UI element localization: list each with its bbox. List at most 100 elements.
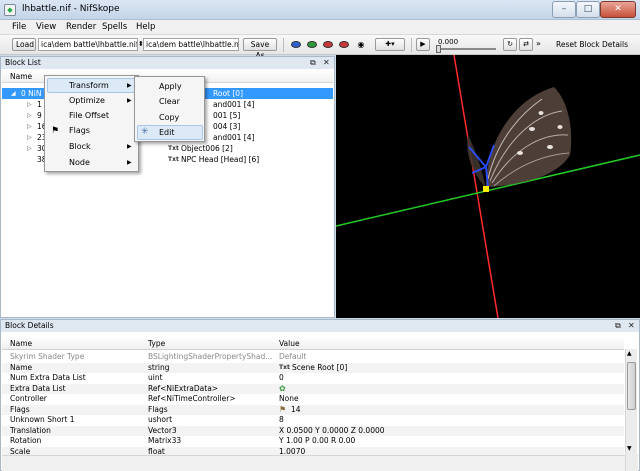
collapsed-arrow-icon[interactable]: ▷ — [27, 110, 32, 121]
ctx-node[interactable]: Node — [47, 155, 136, 170]
block-details-title: Block Details — [1, 320, 639, 332]
play-button[interactable]: ▶ — [416, 38, 430, 51]
panel-close-icon[interactable]: ✕ — [628, 320, 635, 332]
menu-view[interactable]: View — [36, 22, 56, 32]
table-row[interactable]: Controller Ref<NiTimeController> None — [2, 394, 624, 405]
save-path-field[interactable]: ica\dem battle\lhbattle.nif — [143, 38, 239, 51]
ctx-block[interactable]: Block — [47, 139, 136, 154]
view-red-alt-icon[interactable] — [339, 41, 349, 48]
expanded-arrow-icon[interactable]: ◢ — [11, 88, 16, 99]
scroll-up-icon[interactable]: ▲ — [627, 350, 632, 357]
table-row[interactable]: Scale float 1.0070 — [2, 446, 624, 455]
title-bar[interactable]: ◆ lhbattle.nif - NifSkope – □ ✕ — [0, 0, 640, 20]
table-row[interactable]: Unknown Short 1 ushort 8 — [2, 415, 624, 426]
row-type: BSLightingShaderPropertyShad... — [148, 352, 273, 361]
ctx-file-offset[interactable]: File Offset — [47, 108, 136, 123]
time-value: 0.000 — [438, 38, 459, 46]
undock-icon[interactable]: ⧉ — [615, 320, 621, 332]
tree-row-id: 0 NiN — [21, 89, 42, 98]
toolbar-overflow-icon[interactable]: » — [536, 39, 541, 48]
table-row[interactable]: Rotation Matrix33 Y 1.00 P 0.00 R 0.00 — [2, 436, 624, 447]
row-value[interactable]: None — [279, 394, 299, 405]
collapsed-arrow-icon[interactable]: ▷ — [27, 143, 32, 154]
maximize-button[interactable]: □ — [576, 1, 600, 18]
txt-tag: Txt — [168, 156, 179, 163]
horizontal-scrollbar[interactable] — [2, 455, 638, 471]
submenu-apply[interactable]: Apply — [137, 79, 203, 94]
view-red-icon[interactable] — [323, 41, 333, 48]
submenu-copy[interactable]: Copy — [137, 110, 203, 125]
row-value[interactable]: Y 1.00 P 0.00 R 0.00 — [279, 436, 355, 447]
menu-spells[interactable]: Spells — [102, 22, 127, 32]
menu-file[interactable]: File — [12, 22, 26, 32]
window-title: lhbattle.nif - NifSkope — [22, 4, 120, 14]
row-name: Translation — [10, 425, 51, 435]
row-name: Num Extra Data List — [10, 373, 86, 382]
table-row[interactable]: Extra Data List Ref<NiExtraData> ✿ — [2, 383, 624, 395]
undock-icon[interactable]: ⧉ — [310, 57, 316, 69]
panel-close-icon[interactable]: ✕ — [323, 57, 330, 69]
row-value[interactable]: 0 — [279, 373, 284, 384]
menu-help[interactable]: Help — [136, 22, 155, 32]
scroll-down-icon[interactable]: ▼ — [627, 445, 632, 452]
scrollbar-thumb[interactable] — [627, 362, 636, 410]
tree-row-id: 1 — [37, 100, 42, 109]
view-blue-icon[interactable] — [291, 41, 301, 48]
table-row[interactable]: Num Extra Data List uint 0 — [2, 373, 624, 384]
row-name: Flags — [10, 404, 30, 414]
flag-icon: ⚑ — [279, 404, 287, 414]
scene-render[interactable] — [335, 54, 640, 319]
collapsed-arrow-icon[interactable]: ▷ — [27, 99, 32, 110]
close-button[interactable]: ✕ — [600, 1, 636, 18]
column-value-header[interactable]: Value — [279, 339, 300, 348]
app-icon[interactable]: ◆ — [4, 4, 16, 16]
ctx-transform[interactable]: Transform — [47, 78, 136, 93]
row-type: Ref<NiExtraData> — [148, 383, 219, 393]
vertical-scrollbar[interactable]: ▲ ▼ — [625, 349, 637, 471]
table-row[interactable]: Skyrim Shader Type BSLightingShaderPrope… — [2, 352, 624, 363]
submenu-edit[interactable]: Edit — [137, 125, 203, 140]
row-value[interactable]: 14 — [291, 405, 301, 416]
butterfly-mesh[interactable] — [467, 87, 572, 189]
view-orientation-button[interactable]: ✚▾ — [375, 38, 405, 51]
view-green-icon[interactable] — [307, 41, 317, 48]
row-name: Unknown Short 1 — [10, 415, 75, 424]
reset-block-details-button[interactable]: Reset Block Details — [556, 40, 628, 49]
menu-render[interactable]: Render — [66, 22, 96, 32]
ctx-flags[interactable]: Flags — [47, 123, 136, 138]
ctx-optimize[interactable]: Optimize — [47, 93, 136, 108]
row-value[interactable]: X 0.0500 Y 0.0000 Z 0.0000 — [279, 426, 385, 437]
view-mode-icon[interactable]: ◉ — [355, 39, 367, 50]
submenu-arrow-icon: ▶ — [127, 143, 132, 150]
table-row[interactable]: Name string Txt Scene Root [0] — [2, 362, 624, 374]
time-slider-handle[interactable] — [436, 45, 441, 53]
switch-animation-button[interactable]: ⇄ — [519, 38, 533, 51]
toolbar-separator — [411, 38, 412, 52]
collapsed-arrow-icon[interactable]: ▷ — [27, 121, 32, 132]
selected-node-marker[interactable] — [483, 186, 489, 192]
submenu-clear[interactable]: Clear — [137, 94, 203, 109]
column-name-header[interactable]: Name — [10, 70, 32, 83]
row-value[interactable]: 8 — [279, 415, 284, 426]
column-type-header[interactable]: Type — [148, 339, 165, 348]
row-value[interactable]: 1.0070 — [279, 447, 305, 455]
block-details-panel: Block Details ⧉ ✕ Name Type Value Skyrim… — [0, 319, 640, 471]
table-row[interactable]: Flags Flags ⚑ 14 — [2, 404, 624, 416]
row-value[interactable]: Default — [279, 352, 306, 363]
minimize-button[interactable]: – — [552, 1, 576, 18]
render-viewport[interactable] — [335, 54, 640, 319]
transform-submenu: Apply Clear Copy ✳ Edit — [134, 76, 205, 142]
save-as-button[interactable]: Save As — [243, 38, 277, 60]
row-type: string — [148, 362, 170, 372]
table-row[interactable]: Translation Vector3 X 0.0500 Y 0.0000 Z … — [2, 425, 624, 437]
extra-data-icon[interactable]: ✿ — [279, 384, 286, 395]
load-path-field[interactable]: ica\dem battle\lhbattle.nif — [38, 38, 138, 51]
collapsed-arrow-icon[interactable]: ▷ — [27, 132, 32, 143]
submenu-arrow-icon: ▶ — [127, 82, 132, 89]
time-slider[interactable] — [436, 48, 496, 50]
load-button[interactable]: Load — [12, 38, 36, 51]
row-value[interactable]: Scene Root [0] — [292, 363, 347, 374]
loop-button[interactable]: ↻ — [503, 38, 517, 51]
column-name-header[interactable]: Name — [10, 339, 32, 348]
row-name: Scale — [10, 446, 31, 455]
